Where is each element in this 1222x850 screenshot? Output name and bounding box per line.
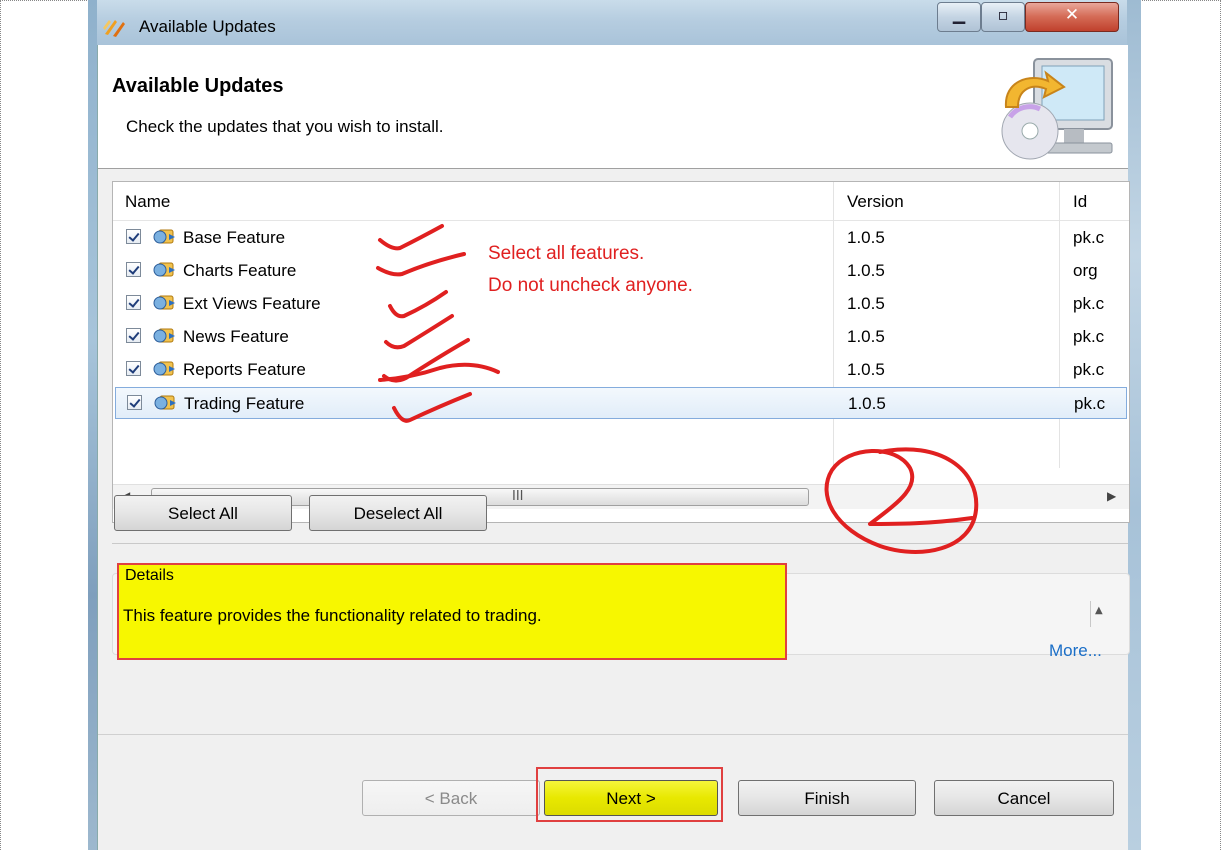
checkmark-annotation [378, 224, 444, 251]
checkmark-annotation [378, 362, 500, 382]
checkmark-annotation [388, 290, 448, 319]
annotation-overlay [376, 224, 979, 554]
checkmark-annotation [384, 314, 454, 350]
checkmark-annotation [376, 252, 466, 277]
checkmark-annotation [392, 392, 472, 423]
circled-two-annotation [824, 447, 979, 554]
